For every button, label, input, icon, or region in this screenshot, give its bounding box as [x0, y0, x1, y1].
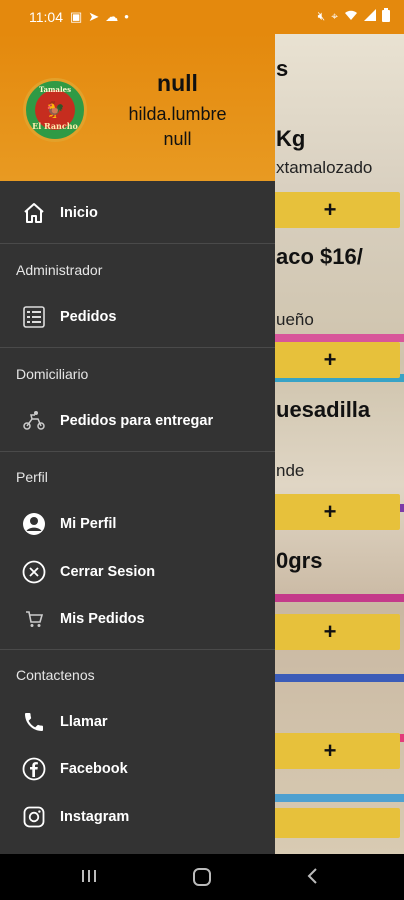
divider — [0, 347, 275, 348]
menu-item-label: Cerrar Sesion — [60, 563, 156, 580]
navigation-drawer: Tamales 🐓 El Rancho null hilda.lumbre nu… — [0, 34, 275, 854]
status-bar: 11:04 ▣ ➤ ☁ • 🔇︎ ⌖ — [0, 0, 404, 34]
mute-icon: 🔇︎ — [317, 9, 326, 23]
menu-item-pedidos[interactable]: Pedidos — [0, 293, 275, 340]
menu-item-label: Llamar — [60, 713, 108, 730]
drawer-header: Tamales 🐓 El Rancho null hilda.lumbre nu… — [0, 34, 275, 181]
user-name: null — [157, 70, 198, 96]
menu-item-inicio[interactable]: Inicio — [0, 189, 275, 236]
bg-product-title: aco $16/ — [276, 244, 363, 269]
add-button[interactable]: + — [260, 733, 400, 769]
home-nav-icon[interactable] — [192, 867, 212, 892]
menu-item-label: Inicio — [60, 204, 98, 221]
add-button-partial[interactable] — [260, 808, 400, 838]
system-nav-bar — [0, 854, 404, 900]
instagram-icon — [21, 804, 47, 830]
menu-item-label: Mi Perfil — [60, 515, 117, 532]
image-icon: ▣ — [70, 9, 83, 24]
section-header-contact: Contactenos — [16, 667, 95, 683]
bg-product-desc: ueño — [276, 310, 314, 329]
menu-item-pedidos-entregar[interactable]: Pedidos para entregar — [0, 397, 275, 444]
list-icon — [21, 304, 47, 330]
bg-product-title: 0grs — [276, 548, 323, 573]
bg-product-desc: nde — [276, 461, 305, 480]
signal-icon — [364, 9, 376, 24]
menu-item-mi-perfil[interactable]: Mi Perfil — [0, 500, 275, 547]
menu-item-instagram[interactable]: Instagram — [0, 793, 275, 840]
cart-icon — [21, 606, 47, 632]
menu-item-llamar[interactable]: Llamar — [0, 698, 275, 745]
user-username: hilda.lumbre — [128, 104, 227, 124]
facebook-icon — [21, 756, 47, 782]
bg-product-title: uesadilla — [276, 397, 371, 422]
add-button[interactable]: + — [260, 192, 400, 228]
logo-text-top: Tamales — [38, 85, 72, 94]
menu-item-facebook[interactable]: Facebook — [0, 745, 275, 792]
user-extra: null — [163, 129, 192, 149]
section-header-profile: Perfil — [16, 469, 48, 485]
telegram-icon: ➤ — [88, 9, 100, 24]
menu-item-cerrar-sesion[interactable]: Cerrar Sesion — [0, 548, 275, 595]
divider — [0, 451, 275, 452]
menu-item-label: Facebook — [60, 760, 128, 777]
account-circle-icon — [21, 511, 47, 537]
menu-item-label: Instagram — [60, 808, 130, 825]
bg-product-weight: Kg — [276, 126, 306, 151]
divider — [0, 649, 275, 650]
divider — [0, 243, 275, 244]
menu-item-label: Pedidos — [60, 308, 117, 325]
section-header-admin: Administrador — [16, 262, 103, 278]
phone-icon — [21, 709, 47, 735]
section-header-courier: Domiciliario — [16, 366, 89, 382]
recent-apps-icon[interactable] — [80, 867, 98, 890]
battery-icon — [382, 8, 390, 25]
add-button[interactable]: + — [260, 614, 400, 650]
brand-logo: Tamales 🐓 El Rancho — [23, 78, 87, 142]
screen: 11:04 ▣ ➤ ☁ • 🔇︎ ⌖ s Kg xtamalozado + ac… — [0, 0, 404, 900]
menu-item-mis-pedidos[interactable]: Mis Pedidos — [0, 595, 275, 642]
menu-item-label: Mis Pedidos — [60, 610, 145, 627]
wifi-icon — [344, 9, 358, 24]
add-button[interactable]: + — [260, 342, 400, 378]
close-circle-icon — [21, 559, 47, 585]
notification-icons: ▣ ➤ ☁ • — [70, 9, 129, 25]
status-time: 11:04 — [29, 9, 63, 25]
bg-product-desc: xtamalozado — [276, 158, 373, 177]
bg-product-title: s — [276, 56, 289, 81]
location-icon: ⌖ — [331, 9, 338, 23]
back-icon[interactable] — [306, 867, 320, 890]
system-icons: 🔇︎ ⌖ — [318, 8, 390, 25]
add-button[interactable]: + — [260, 494, 400, 530]
logo-text-bottom: El Rancho — [32, 121, 78, 131]
delivery-icon — [21, 408, 47, 434]
menu-item-label: Pedidos para entregar — [60, 412, 214, 429]
dot-icon: • — [124, 9, 129, 24]
home-icon — [21, 200, 47, 226]
cloud-icon: ☁ — [105, 9, 119, 24]
